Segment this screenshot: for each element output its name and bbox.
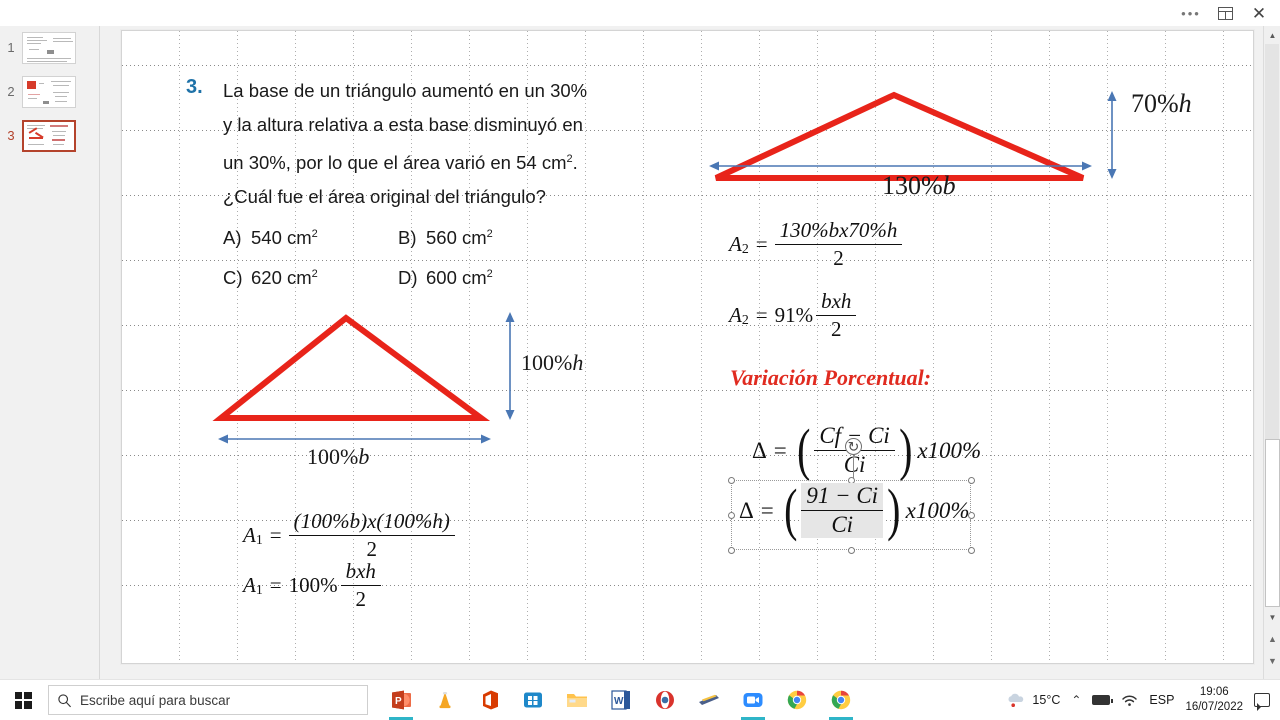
slide-preview-2[interactable] [22,76,76,108]
answer-options: A) 540 cm2 B) 560 cm2 C) 620 cm2 D) 600 cm2 [223,216,683,296]
slide-surface[interactable]: 3. La base de un triángulo aumentó en un… [121,30,1254,664]
label-base-original: 100%b [307,444,370,469]
taskbar-icon-vlc[interactable] [430,683,460,717]
taskbar-search-box[interactable]: Escribe aquí para buscar [48,685,368,715]
vertical-scrollbar[interactable]: ▲ ▼ ▲ ▼ [1263,26,1280,679]
clock[interactable]: 19:06 16/07/2022 [1185,685,1243,715]
taskbar-icon-file-explorer[interactable] [562,683,592,717]
label-height-original: 100%h [521,350,584,375]
slide-thumbnail-panel[interactable]: 1 2 3 [0,26,100,679]
option-b[interactable]: B) 560 cm2 [398,216,573,256]
clock-date: 16/07/2022 [1185,701,1243,713]
rotation-handle[interactable] [845,438,862,455]
taskbar-icon-opera[interactable] [650,683,680,717]
search-icon [58,693,72,707]
option-c-value: 620 cm [251,267,312,289]
scroll-down-button[interactable]: ▼ [1265,609,1280,626]
option-d-label: D) [398,267,418,289]
formula-a1-first[interactable]: A1 = (100%b)x(100%h) 2 [243,509,455,562]
option-c[interactable]: C) 620 cm2 [223,256,398,296]
taskbar-icon-paint-tool[interactable] [694,683,724,717]
restore-window-icon[interactable] [1208,1,1242,25]
cloud-rain-icon [1008,693,1024,707]
slide-number-3: 3 [7,128,15,143]
notifications-icon[interactable] [1254,693,1270,711]
taskbar-icon-chrome-2[interactable] [826,683,856,720]
question-line-1: La base de un triángulo aumentó en un 30… [223,80,588,101]
option-b-label: B) [398,227,417,249]
slide-preview-1[interactable] [22,32,76,64]
close-icon[interactable]: ✕ [1242,1,1276,25]
triangle-original-shape[interactable] [212,306,522,431]
weather-temperature: 15°C [1032,693,1061,707]
option-a-value: 540 cm [251,227,312,249]
svg-text:W: W [614,696,624,707]
question-line-4: ¿Cuál fue el área original del triángulo… [223,186,546,208]
selection-handle-top-left[interactable] [727,476,735,484]
formula-delta-generic[interactable]: Δ = ( Cf − Ci Ci ) x100% [752,420,981,479]
taskbar-icon-word[interactable]: W [606,683,636,717]
question-line-2: y la altura relativa a esta base disminu… [223,114,583,135]
formula-a2-second[interactable]: A2 = 91% bxh 2 [729,289,857,342]
language-indicator[interactable]: ESP [1149,693,1174,707]
option-a[interactable]: A) 540 cm2 [223,216,398,256]
height-arrow-original [505,312,515,420]
svg-text:P: P [395,696,402,707]
powerpoint-window: ••• ✕ 1 2 3 3. La base de un triángulo a… [0,0,1280,720]
taskbar-icon-microsoft-store[interactable] [518,683,548,717]
slide-thumbnail-3[interactable]: 3 [0,120,76,152]
windows-taskbar: Escribe aquí para buscar P W 15°C ⌃ ESP … [0,679,1280,720]
question-number: 3. [186,76,203,98]
selection-handle-bottom-center[interactable] [847,546,855,554]
slide-preview-3[interactable] [22,120,76,152]
start-button[interactable] [0,680,46,720]
wifi-icon[interactable] [1121,693,1138,707]
next-slide-button[interactable]: ▼ [1265,652,1280,670]
option-b-value: 560 cm [426,227,487,249]
selection-handle-middle-left[interactable] [727,511,735,519]
slide-thumbnail-1[interactable]: 1 [0,32,76,64]
more-options-icon[interactable]: ••• [1174,1,1208,25]
taskbar-icon-chrome-1[interactable] [782,683,812,717]
rotation-stem [853,455,855,479]
formula-a1-second[interactable]: A1 = 100% bxh 2 [243,559,381,612]
option-d-value: 600 cm [426,267,487,289]
taskbar-icon-office[interactable] [474,683,504,717]
option-a-label: A) [223,227,242,249]
formula-a2-first[interactable]: A2 = 130%bx70%h 2 [729,218,903,271]
slide-number-1: 1 [7,40,15,55]
taskbar-icon-powerpoint[interactable]: P [386,683,416,720]
selection-handle-bottom-right[interactable] [967,546,975,554]
battery-icon[interactable] [1092,695,1113,705]
height-arrow-modified [1107,91,1117,179]
question-line-3: un 30%, por lo que el área varió en 54 c… [223,152,578,174]
slide-thumbnail-2[interactable]: 2 [0,76,76,108]
title-bar: ••• ✕ [0,0,1280,26]
taskbar-app-icons: P W [386,683,856,720]
label-base-modified: 130%b [882,171,956,200]
variacion-porcentual-title[interactable]: Variación Porcentual: [730,365,931,391]
clock-time: 19:06 [1199,686,1229,698]
weather-widget[interactable]: 15°C [1006,692,1060,708]
scroll-up-button[interactable]: ▲ [1265,27,1280,44]
search-placeholder: Escribe aquí para buscar [80,692,231,708]
slide-number-2: 2 [7,84,15,99]
slide-canvas-area: 3. La base de un triángulo aumentó en un… [100,26,1280,679]
scroll-thumb[interactable] [1265,439,1280,607]
selection-handle-bottom-left[interactable] [727,546,735,554]
show-hidden-icons-chevron[interactable]: ⌃ [1071,693,1081,707]
system-tray: 15°C ⌃ ESP 19:06 16/07/2022 [1006,685,1280,715]
option-row-2: C) 620 cm2 D) 600 cm2 [223,256,683,296]
option-row-1: A) 540 cm2 B) 560 cm2 [223,216,683,256]
option-d[interactable]: D) 600 cm2 [398,256,573,296]
formula-delta-substituted[interactable]: Δ = ( 91 − Ci Ci ) x100% [739,480,969,539]
previous-slide-button[interactable]: ▲ [1265,630,1280,648]
window-controls: ••• ✕ [1174,0,1276,26]
more-dots: ••• [1181,5,1201,21]
question-text: La base de un triángulo aumentó en un 30… [223,74,668,214]
taskbar-icon-zoom[interactable] [738,683,768,720]
windows-logo-icon [14,691,32,709]
label-height-modified: 70%h [1131,89,1192,118]
option-c-label: C) [223,267,243,289]
